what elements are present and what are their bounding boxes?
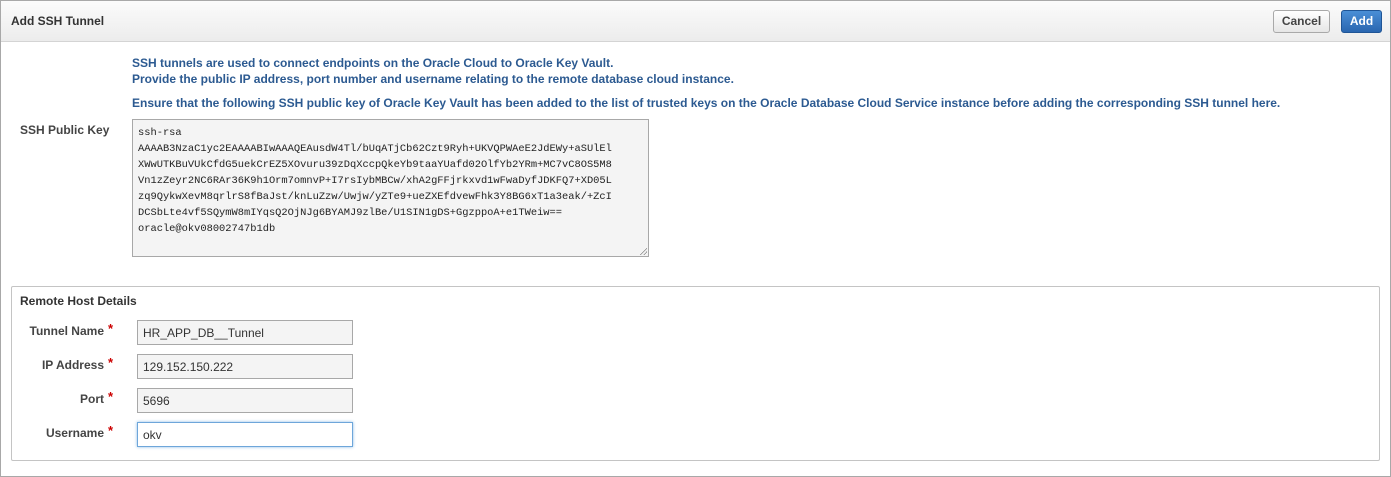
ssh-key-line: XWwUTKBuVUkCfdG5uekCrEZ5XOvuru39zDqXccpQ… (138, 159, 612, 171)
port-input[interactable] (137, 388, 353, 413)
ssh-key-line: Vn1zZeyr2NC6RAr36K9h1Orm7omnvP+I7rsIybMB… (138, 175, 612, 187)
ssh-key-line: ssh-rsa (138, 127, 182, 139)
required-indicator: * (108, 423, 114, 438)
tunnel-name-input[interactable] (137, 320, 353, 345)
required-indicator: * (108, 321, 114, 336)
username-label: Username (45, 426, 104, 440)
remote-host-details-title: Remote Host Details (20, 294, 137, 308)
required-indicator: * (108, 389, 114, 404)
port-label: Port (80, 392, 104, 406)
info-text-line-1: SSH tunnels are used to connect endpoint… (132, 56, 614, 70)
ssh-key-line: DCSbLte4vf5SQymW8mIYqsQ2OjNJg6BYAMJ9zlBe… (138, 207, 563, 219)
info-text-line-2: Provide the public IP address, port numb… (132, 72, 734, 86)
ip-address-label: IP Address (41, 358, 104, 372)
cancel-button[interactable]: Cancel (1273, 10, 1330, 33)
ssh-public-key-label: SSH Public Key (20, 123, 110, 137)
ssh-key-line: zq9QykwXevM8qrlrS8fBaJst/knLuZzw/Uwjw/yZ… (138, 191, 612, 203)
remote-host-details-region: Remote Host Details Tunnel Name * IP Add… (11, 286, 1380, 461)
ssh-key-line: AAAAB3NzaC1yc2EAAAABIwAAAQEAusdW4Tl/bUqA… (138, 143, 612, 155)
required-indicator: * (108, 355, 114, 370)
add-button[interactable]: Add (1341, 10, 1382, 33)
info-text-line-3: Ensure that the following SSH public key… (132, 96, 1281, 110)
resize-handle-icon[interactable] (639, 247, 647, 255)
username-input[interactable] (137, 422, 353, 447)
ssh-key-line: oracle@okv08002747b1db (138, 223, 276, 235)
ip-address-input[interactable] (137, 354, 353, 379)
add-ssh-tunnel-dialog: Add SSH Tunnel Cancel Add SSH tunnels ar… (0, 0, 1391, 477)
ssh-public-key-textarea[interactable]: ssh-rsa AAAAB3NzaC1yc2EAAAABIwAAAQEAusdW… (132, 119, 649, 257)
dialog-header: Add SSH Tunnel Cancel Add (1, 1, 1390, 42)
tunnel-name-label: Tunnel Name (29, 324, 104, 338)
dialog-title: Add SSH Tunnel (11, 14, 105, 28)
